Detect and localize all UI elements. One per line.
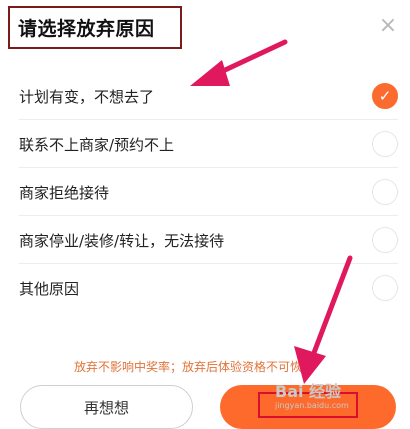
radio-unchecked-icon[interactable] xyxy=(372,275,398,301)
watermark-brand: Bai 经验 xyxy=(275,382,342,401)
radio-unchecked-icon[interactable] xyxy=(372,179,398,205)
reason-option-closed[interactable]: 商家停业/装修/转让，无法接待 xyxy=(0,216,410,264)
reason-option-plan-changed[interactable]: 计划有变，不想去了 ✓ xyxy=(0,72,410,120)
reason-option-other[interactable]: 其他原因 xyxy=(0,264,410,312)
option-label: 商家停业/装修/转让，无法接待 xyxy=(19,231,225,250)
radio-unchecked-icon[interactable] xyxy=(372,131,398,157)
title-highlight-box: 请选择放弃原因 xyxy=(8,6,182,49)
dialog-title: 请选择放弃原因 xyxy=(18,18,155,40)
radio-unchecked-icon[interactable] xyxy=(372,227,398,253)
abandon-notice: 放弃不影响中奖率；放弃后体验资格不可恢复 xyxy=(74,360,315,374)
option-label: 联系不上商家/预约不上 xyxy=(19,135,175,154)
option-label: 计划有变，不想去了 xyxy=(19,87,155,106)
reason-option-refused[interactable]: 商家拒绝接待 xyxy=(0,168,410,216)
option-label: 其他原因 xyxy=(19,279,80,298)
radio-checked-icon[interactable]: ✓ xyxy=(372,83,398,109)
baidu-watermark: Bai 经验 jingyan.baidu.com xyxy=(275,382,349,412)
reason-option-unreachable[interactable]: 联系不上商家/预约不上 xyxy=(0,120,410,168)
abandon-reason-dialog: 请选择放弃原因 × 计划有变，不想去了 ✓ 联系不上商家/预约不上 商家拒绝接待… xyxy=(0,0,410,429)
rethink-button[interactable]: 再想想 xyxy=(20,385,193,429)
watermark-url: jingyan.baidu.com xyxy=(275,401,349,410)
option-label: 商家拒绝接待 xyxy=(19,183,110,202)
close-icon[interactable]: × xyxy=(378,15,398,37)
